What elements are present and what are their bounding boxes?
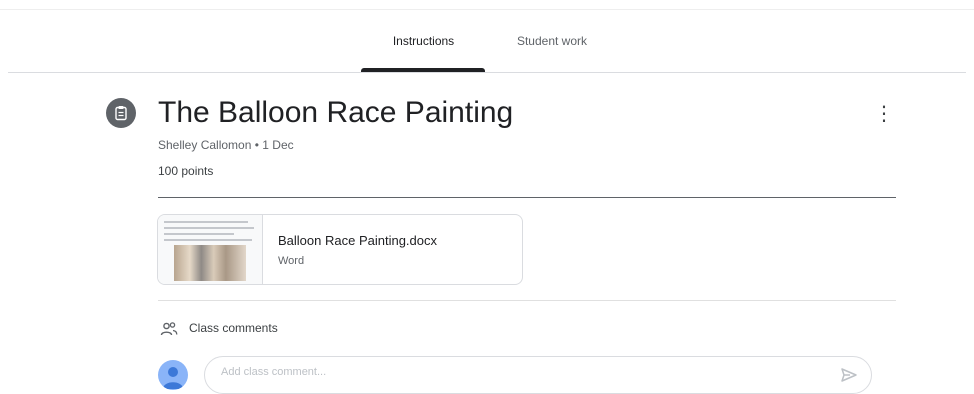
section-divider [158,300,896,301]
tab-student-work[interactable]: Student work [497,10,607,72]
header-divider [158,197,896,198]
assignment-title: The Balloon Race Painting [158,96,514,129]
attachment-name: Balloon Race Painting.docx [278,233,437,248]
attachment-card[interactable]: Balloon Race Painting.docx Word [157,214,523,285]
send-icon[interactable] [839,365,859,385]
assignment-meta: Shelley Callomon • 1 Dec [158,138,294,152]
assignment-icon [106,98,136,128]
author-name: Shelley Callomon [158,138,252,152]
people-icon [160,322,178,336]
more-options-button[interactable]: ⋮ [871,100,897,126]
tab-instructions[interactable]: Instructions [362,10,485,72]
class-comment-input[interactable] [221,366,801,378]
meta-separator: • [254,138,259,152]
tab-bar: Instructions Student work [0,10,974,72]
tab-instructions-label: Instructions [392,34,455,48]
points-label: 100 points [158,164,214,178]
document-thumbnail [158,215,263,284]
class-comments-label: Class comments [189,321,278,335]
tabs-divider [8,72,966,73]
posted-date: 1 Dec [262,138,294,152]
avatar [158,360,188,390]
comment-box [204,356,872,394]
attachment-type: Word [278,255,305,267]
more-vert-icon: ⋮ [874,102,894,125]
tab-student-work-label: Student work [516,34,588,48]
